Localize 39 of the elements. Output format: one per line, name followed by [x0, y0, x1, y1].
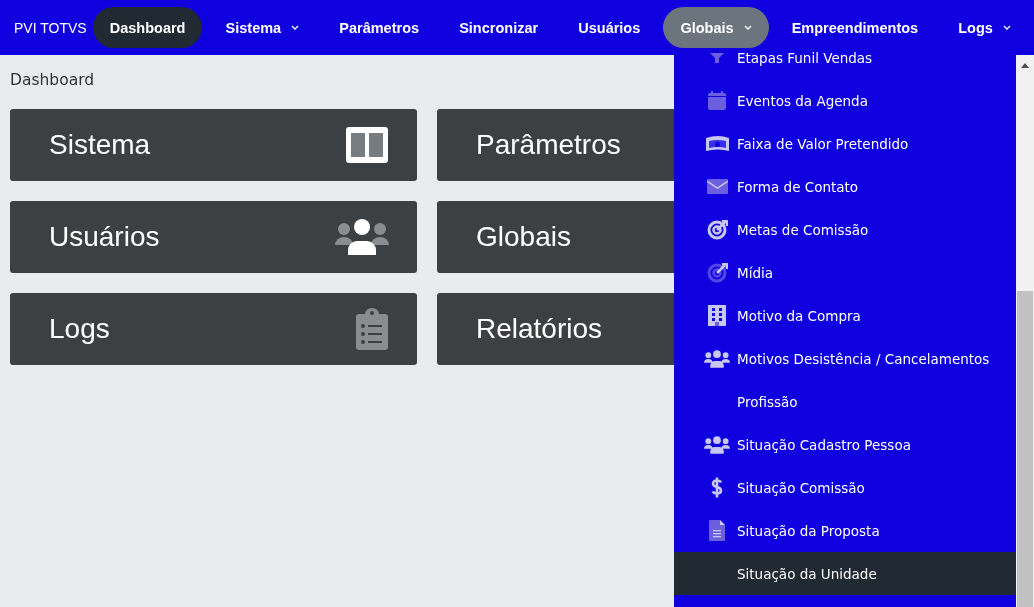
nav-link[interactable]: Sincronizar	[442, 7, 556, 48]
breadcrumb: Dashboard	[10, 71, 96, 89]
funnel-icon	[710, 52, 724, 63]
card-title: Logs	[49, 313, 110, 345]
nav-link[interactable]: Parâmetros	[322, 7, 437, 48]
brand-name[interactable]: PVI TOTVS	[14, 19, 87, 36]
nav-dropdown[interactable]: Logs	[941, 7, 1028, 48]
building-icon	[708, 305, 726, 326]
card-title: Globais	[476, 221, 571, 253]
menu-item[interactable]: Situação Comissão	[674, 466, 1016, 509]
card-title: Relatórios	[476, 313, 603, 345]
users-icon	[335, 218, 389, 256]
nav-link[interactable]: Dashboard	[92, 7, 203, 48]
nav-dropdown[interactable]: Sistema	[208, 7, 317, 48]
card-title: Usuários	[49, 221, 160, 253]
menu-item[interactable]: Etapas Funil Vendas	[674, 48, 1016, 79]
menu-item[interactable]: Situação Cadastro Pessoa	[674, 423, 1016, 466]
dollar-icon	[711, 477, 723, 498]
scroll-up-icon[interactable]	[1021, 63, 1029, 68]
calendar-icon	[708, 91, 726, 110]
clipboard-icon	[355, 308, 389, 350]
nav-link[interactable]: Usuários	[561, 7, 658, 48]
banknote-icon	[704, 134, 730, 153]
dashboard-card[interactable]: Usuários	[10, 201, 417, 273]
dashboard-card[interactable]: Sistema	[10, 109, 417, 181]
card-title: Parâmetros	[476, 129, 621, 161]
dashboard-card[interactable]: Logs	[10, 293, 417, 365]
card-title: Sistema	[49, 129, 151, 161]
menu-item[interactable]: Situação da Unidade	[674, 552, 1016, 595]
columns-icon	[345, 126, 389, 164]
scrollbar[interactable]	[1016, 55, 1034, 607]
nav-link[interactable]: Empreendimentos	[774, 7, 936, 48]
target-icon	[706, 262, 728, 283]
document-icon	[709, 520, 725, 541]
menu-item[interactable]: Profissão	[674, 380, 1016, 423]
target-icon	[706, 219, 728, 240]
menu-item[interactable]: Situação da Proposta	[674, 509, 1016, 552]
nav-dropdown[interactable]: Globais	[663, 7, 769, 48]
envelope-icon	[706, 179, 728, 194]
